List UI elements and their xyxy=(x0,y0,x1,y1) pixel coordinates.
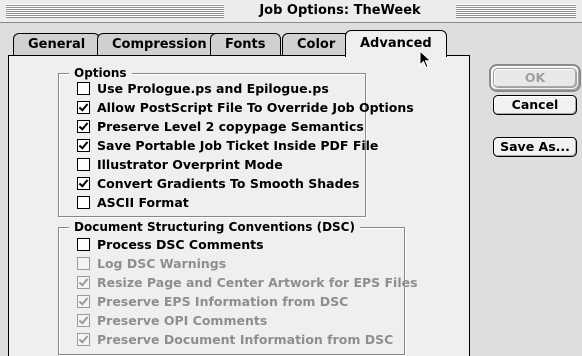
checkbox-resize-page-eps: Resize Page and Center Artwork for EPS F… xyxy=(77,273,418,291)
checkbox-preserve-copypage[interactable]: Preserve Level 2 copypage Semantics xyxy=(77,117,364,135)
cancel-button[interactable]: Cancel xyxy=(493,95,577,115)
checkbox-box xyxy=(77,294,90,308)
title-bar[interactable]: Job Options: TheWeek xyxy=(0,0,582,23)
checkbox-box xyxy=(77,275,90,289)
checkbox-label: Process DSC Comments xyxy=(97,236,264,252)
checkbox-label: Convert Gradients To Smooth Shades xyxy=(97,175,360,191)
checkbox-box[interactable] xyxy=(77,157,90,171)
mouse-pointer-icon xyxy=(419,50,432,69)
checkbox-use-prologue[interactable]: Use Prologue.ps and Epilogue.ps xyxy=(77,79,329,97)
checkbox-preserve-eps-info: Preserve EPS Information from DSC xyxy=(77,292,348,310)
checkbox-box[interactable] xyxy=(77,237,90,251)
ok-button: OK xyxy=(493,68,577,88)
checkbox-save-job-ticket[interactable]: Save Portable Job Ticket Inside PDF File xyxy=(77,136,378,154)
checkbox-log-dsc-warnings: Log DSC Warnings xyxy=(77,254,226,272)
tab-fonts[interactable]: Fonts xyxy=(210,33,281,55)
save-as-button[interactable]: Save As... xyxy=(493,137,577,157)
checkbox-box xyxy=(77,313,90,327)
checkbox-ascii-format[interactable]: ASCII Format xyxy=(77,193,189,211)
checkbox-box xyxy=(77,256,90,270)
checkbox-box[interactable] xyxy=(77,100,90,114)
checkbox-label: Preserve Document Information from DSC xyxy=(97,331,394,347)
checkbox-label: Allow PostScript File To Override Job Op… xyxy=(97,99,414,115)
checkbox-label: Resize Page and Center Artwork for EPS F… xyxy=(97,274,418,290)
checkbox-label: Save Portable Job Ticket Inside PDF File xyxy=(97,137,379,153)
title-bar-stripes-right xyxy=(456,4,576,18)
checkbox-label: Log DSC Warnings xyxy=(97,255,227,271)
window-title: Job Options: TheWeek xyxy=(224,2,456,20)
checkbox-box xyxy=(77,332,90,346)
checkbox-allow-postscript-override[interactable]: Allow PostScript File To Override Job Op… xyxy=(77,98,414,116)
checkbox-label: Use Prologue.ps and Epilogue.ps xyxy=(97,80,329,96)
checkbox-convert-gradients[interactable]: Convert Gradients To Smooth Shades xyxy=(77,174,359,192)
advanced-panel: Options Document Structuring Conventions… xyxy=(8,56,470,356)
title-bar-stripes-left xyxy=(6,4,224,18)
checkbox-box[interactable] xyxy=(77,195,90,209)
checkbox-label: Preserve OPI Comments xyxy=(97,312,268,328)
checkbox-box[interactable] xyxy=(77,138,90,152)
checkbox-preserve-opi: Preserve OPI Comments xyxy=(77,311,267,329)
checkbox-label: Illustrator Overprint Mode xyxy=(97,156,283,172)
tab-compression[interactable]: Compression xyxy=(97,33,222,55)
tab-general[interactable]: General xyxy=(13,33,101,55)
checkbox-illustrator-overprint[interactable]: Illustrator Overprint Mode xyxy=(77,155,283,173)
checkbox-preserve-doc-info: Preserve Document Information from DSC xyxy=(77,330,393,348)
checkbox-process-dsc[interactable]: Process DSC Comments xyxy=(77,235,264,253)
dsc-group-label: Document Structuring Conventions (DSC) xyxy=(69,219,360,235)
tab-color[interactable]: Color xyxy=(282,33,351,55)
checkbox-label: Preserve Level 2 copypage Semantics xyxy=(97,118,364,134)
checkbox-box[interactable] xyxy=(77,176,90,190)
checkbox-label: Preserve EPS Information from DSC xyxy=(97,293,349,309)
checkbox-box[interactable] xyxy=(77,81,90,95)
checkbox-box[interactable] xyxy=(77,119,90,133)
checkbox-label: ASCII Format xyxy=(97,194,189,210)
